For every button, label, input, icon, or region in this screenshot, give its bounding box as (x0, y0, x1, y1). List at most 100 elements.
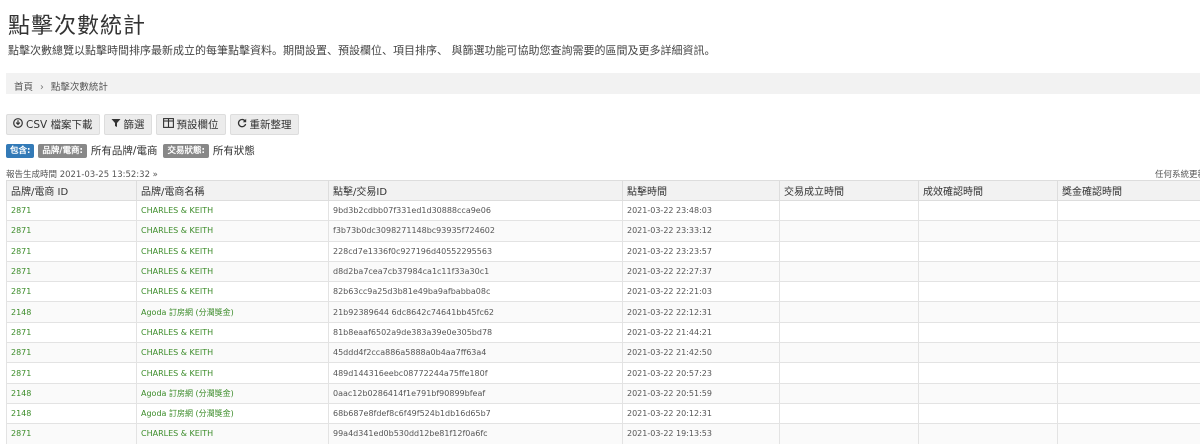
click-id-cell: 0aac12b0286414f1e791bf90899bfeaf (328, 382, 623, 404)
brand-id-cell[interactable]: 2148 (6, 301, 137, 323)
brand-name-cell[interactable]: CHARLES & KEITH (136, 342, 329, 364)
click-time-cell: 2021-03-22 21:44:21 (622, 321, 780, 344)
bonus-time-cell (1057, 362, 1200, 384)
click-id-cell: d8d2ba7cea7cb37984ca1c11f33a30c1 (328, 260, 623, 283)
default-columns-button[interactable]: 預設欄位 (155, 114, 226, 135)
validation-time-cell (918, 301, 1058, 323)
brand-name-cell[interactable]: CHARLES & KEITH (136, 423, 329, 444)
column-header-bonus-time[interactable]: 獎金確認時間 (1057, 180, 1200, 201)
csv-download-label: CSV 檔案下載 (26, 119, 93, 131)
column-header-brand-name[interactable]: 品牌/電商名稱 (136, 180, 329, 201)
brand-id-cell[interactable]: 2871 (6, 342, 137, 364)
click-id-cell: 9bd3b2cdbb07f331ed1d30888cca9e06 (328, 199, 623, 222)
transaction-time-cell (779, 321, 919, 344)
report-generated-time: 報告生成時間 2021-03-25 13:52:32 » (6, 170, 158, 180)
brand-name-cell[interactable]: CHARLES & KEITH (136, 220, 329, 242)
table-row: 2871 CHARLES & KEITH 9bd3b2cdbb07f331ed1d3… (6, 199, 1200, 222)
bonus-time-cell (1057, 402, 1200, 425)
click-time-cell: 2021-03-22 19:13:53 (622, 423, 780, 444)
brand-id-cell[interactable]: 2871 (6, 423, 137, 444)
validation-time-cell (918, 382, 1058, 404)
bonus-time-cell (1057, 301, 1200, 323)
brand-id-cell[interactable]: 2148 (6, 402, 137, 425)
csv-download-button[interactable]: CSV 檔案下載 (6, 114, 100, 135)
click-id-cell: 228cd7e1336f0c927196d40552295563 (328, 240, 623, 262)
transaction-time-cell (779, 402, 919, 425)
click-time-cell: 2021-03-22 20:57:23 (622, 362, 780, 384)
table-header-row: 品牌/電商 ID 品牌/電商名稱 點擊/交易ID 點擊時間 交易成立時間 成效確… (6, 180, 1200, 201)
breadcrumb: 首頁 › 點擊次數統計 (6, 73, 1200, 94)
brand-name-cell[interactable]: CHARLES & KEITH (136, 321, 329, 344)
validation-time-cell (918, 321, 1058, 344)
column-header-brand-id[interactable]: 品牌/電商 ID (6, 180, 137, 201)
brand-name-cell[interactable]: Agoda 訂房網 (分潤獎金) (136, 301, 329, 323)
active-filters: 包含: 品牌/電商: 所有品牌/電商 交易狀態: 所有狀態 (6, 143, 257, 158)
refresh-label: 重新整理 (249, 119, 292, 131)
breadcrumb-separator: › (40, 82, 44, 93)
bonus-time-cell (1057, 240, 1200, 262)
refresh-button[interactable]: 重新整理 (229, 114, 299, 135)
table-row: 2871 CHARLES & KEITH 228cd7e1336f0c927196d… (6, 240, 1200, 262)
table-row: 2871 CHARLES & KEITH 99a4d341ed0b530dd12be… (6, 423, 1200, 444)
validation-time-cell (918, 199, 1058, 222)
toolbar: CSV 檔案下載 篩選 預設欄位 重新整理 (6, 114, 299, 135)
click-id-cell: 21b92389644 6dc8642c74641bb45fc62 (328, 301, 623, 323)
transaction-time-cell (779, 301, 919, 323)
click-time-cell: 2021-03-22 22:12:31 (622, 301, 780, 323)
click-id-cell: f3b73b0dc3098271148bc93935f724602 (328, 220, 623, 242)
click-time-cell: 2021-03-22 23:33:12 (622, 220, 780, 242)
bonus-time-cell (1057, 260, 1200, 283)
click-id-cell: 489d144316eebc08772244a75ffe180f (328, 362, 623, 384)
click-time-cell: 2021-03-22 20:51:59 (622, 382, 780, 404)
brand-id-cell[interactable]: 2871 (6, 240, 137, 262)
column-header-validation-time[interactable]: 成效確認時間 (918, 180, 1058, 201)
brand-id-cell[interactable]: 2148 (6, 382, 137, 404)
transaction-time-cell (779, 220, 919, 242)
transaction-time-cell (779, 342, 919, 364)
brand-name-cell[interactable]: CHARLES & KEITH (136, 260, 329, 283)
validation-time-cell (918, 342, 1058, 364)
bonus-time-cell (1057, 220, 1200, 242)
bonus-time-cell (1057, 321, 1200, 344)
transaction-time-cell (779, 260, 919, 283)
brand-id-cell[interactable]: 2871 (6, 281, 137, 303)
bonus-time-cell (1057, 342, 1200, 364)
table-row: 2871 CHARLES & KEITH 45ddd4f2cca886a5888a0… (6, 342, 1200, 364)
breadcrumb-current: 點擊次數統計 (50, 82, 108, 93)
validation-time-cell (918, 240, 1058, 262)
brand-filter-tag: 品牌/電商: (38, 143, 87, 158)
validation-time-cell (918, 423, 1058, 444)
brand-name-cell[interactable]: CHARLES & KEITH (136, 281, 329, 303)
transaction-time-cell (779, 199, 919, 222)
brand-id-cell[interactable]: 2871 (6, 260, 137, 283)
table-row: 2871 CHARLES & KEITH d8d2ba7cea7cb37984ca1… (6, 260, 1200, 283)
column-header-transaction-time[interactable]: 交易成立時間 (779, 180, 919, 201)
brand-name-cell[interactable]: CHARLES & KEITH (136, 362, 329, 384)
brand-name-cell[interactable]: CHARLES & KEITH (136, 199, 329, 222)
filter-button[interactable]: 篩選 (103, 114, 152, 135)
brand-name-cell[interactable]: Agoda 訂房網 (分潤獎金) (136, 402, 329, 425)
validation-time-cell (918, 220, 1058, 242)
brand-id-cell[interactable]: 2871 (6, 321, 137, 344)
table-row: 2871 CHARLES & KEITH f3b73b0dc3098271148bc… (6, 220, 1200, 242)
brand-id-cell[interactable]: 2871 (6, 199, 137, 222)
brand-id-cell[interactable]: 2871 (6, 362, 137, 384)
click-time-cell: 2021-03-22 20:12:31 (622, 402, 780, 425)
click-id-cell: 68b687e8fdef8c6f49f524b1db16d65b7 (328, 402, 623, 425)
status-filter-value: 所有狀態 (212, 145, 255, 157)
bonus-time-cell (1057, 199, 1200, 222)
bonus-time-cell (1057, 423, 1200, 444)
click-time-cell: 2021-03-22 23:23:57 (622, 240, 780, 262)
transaction-time-cell (779, 423, 919, 444)
brand-name-cell[interactable]: Agoda 訂房網 (分潤獎金) (136, 382, 329, 404)
bonus-time-cell (1057, 382, 1200, 404)
breadcrumb-home-link[interactable]: 首頁 (14, 82, 33, 93)
column-header-click-id[interactable]: 點擊/交易ID (328, 180, 623, 201)
column-header-click-time[interactable]: 點擊時間 (622, 180, 780, 201)
validation-time-cell (918, 260, 1058, 283)
download-circle-icon (13, 118, 23, 131)
click-id-cell: 45ddd4f2cca886a5888a0b4aa7ff63a4 (328, 342, 623, 364)
brand-id-cell[interactable]: 2871 (6, 220, 137, 242)
brand-name-cell[interactable]: CHARLES & KEITH (136, 240, 329, 262)
filter-label: 篩選 (123, 119, 145, 131)
